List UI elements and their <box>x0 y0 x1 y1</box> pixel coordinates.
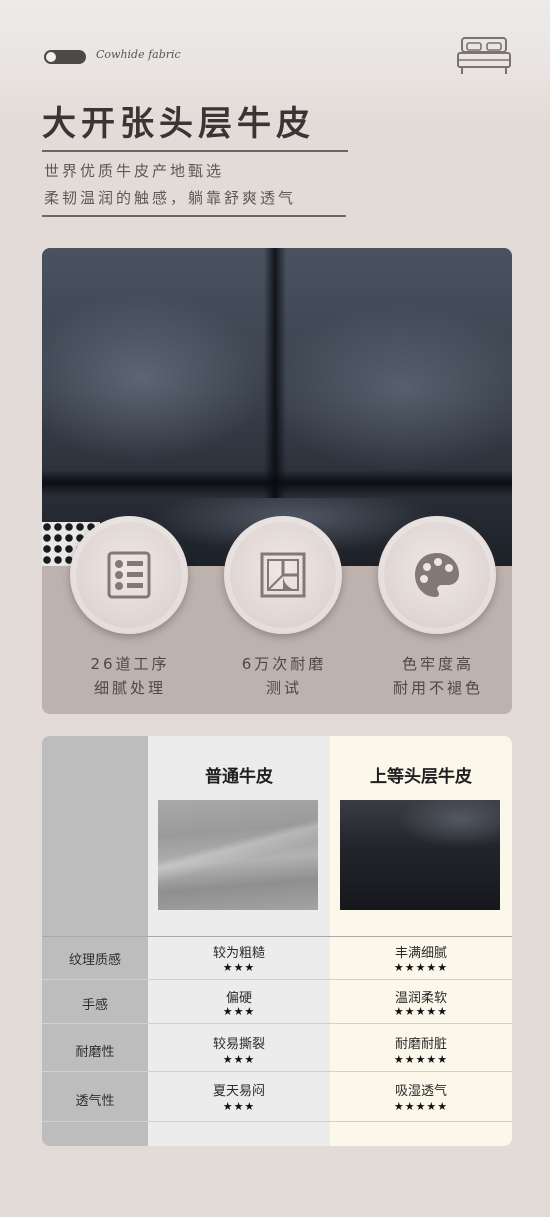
feature-text-wear: 6万次耐磨 测试 <box>214 652 354 700</box>
leather-seam-horizontal <box>42 470 512 496</box>
premium-leather-heading: 上等头层牛皮 <box>370 767 472 787</box>
normal-breathability-stars: ★★★ <box>222 1100 256 1113</box>
label-column <box>42 736 148 1146</box>
comparison-table: 普通牛皮 上等头层牛皮 纹理质感 较为粗糙 ★★★ 丰满细腻 ★★★★★ 手感 … <box>42 736 512 1146</box>
title-divider <box>42 150 348 152</box>
normal-feel-stars: ★★★ <box>222 1005 256 1018</box>
premium-feel-stars: ★★★★★ <box>393 1005 449 1018</box>
normal-leather-heading: 普通牛皮 <box>205 767 273 787</box>
feature-process-line-1: 26道工序 <box>90 655 170 673</box>
premium-breathability-text: 吸湿透气 <box>394 1084 447 1099</box>
square-pattern-icon <box>260 552 306 598</box>
normal-wear-stars: ★★★ <box>222 1053 256 1066</box>
feature-badge-wear <box>224 516 342 634</box>
description-line-1: 世界优质牛皮产地甄选 <box>44 162 225 180</box>
premium-texture-stars: ★★★★★ <box>393 961 449 974</box>
bed-icon <box>457 37 511 74</box>
toggle-switch[interactable] <box>44 50 86 64</box>
feature-badge-color <box>378 516 496 634</box>
row-label-feel: 手感 <box>81 998 108 1013</box>
description-divider <box>42 215 346 217</box>
row-label-wear: 耐磨性 <box>75 1045 115 1060</box>
normal-texture-text: 较为粗糙 <box>212 946 265 961</box>
premium-wear-text: 耐磨耐脏 <box>394 1037 447 1052</box>
row-divider <box>42 979 512 980</box>
row-divider <box>42 1023 512 1024</box>
leather-seam-vertical <box>264 248 286 498</box>
normal-texture-stars: ★★★ <box>222 961 256 974</box>
feature-wear-line-2: 测试 <box>265 679 302 697</box>
page-title: 大开张头层牛皮 <box>42 104 315 144</box>
feature-text-process: 26道工序 细腻处理 <box>60 652 200 700</box>
process-layers-icon <box>107 551 151 599</box>
normal-wear-text: 较易撕裂 <box>212 1037 265 1052</box>
premium-wear-stars: ★★★★★ <box>393 1053 449 1066</box>
row-label-texture: 纹理质感 <box>68 953 121 968</box>
palette-icon <box>415 553 459 597</box>
row-label-breathability: 透气性 <box>75 1094 115 1109</box>
premium-leather-swatch <box>340 800 500 910</box>
normal-feel-text: 偏硬 <box>225 991 252 1006</box>
description-line-2: 柔韧温润的触感，躺靠舒爽透气 <box>44 189 297 207</box>
normal-breathability-text: 夏天易闷 <box>212 1084 265 1099</box>
row-divider <box>42 936 512 937</box>
premium-feel-text: 温润柔软 <box>394 991 447 1006</box>
feature-text-color: 色牢度高 耐用不褪色 <box>368 652 508 700</box>
feature-color-line-1: 色牢度高 <box>401 655 474 673</box>
row-divider <box>42 1071 512 1072</box>
toggle-knob <box>46 52 56 62</box>
feature-color-line-2: 耐用不褪色 <box>392 679 483 697</box>
feature-badge-process <box>70 516 188 634</box>
premium-breathability-stars: ★★★★★ <box>393 1100 449 1113</box>
feature-wear-line-1: 6万次耐磨 <box>241 655 327 673</box>
feature-process-line-2: 细腻处理 <box>93 679 166 697</box>
row-divider <box>42 1121 512 1122</box>
brand-text: Cowhide fabric <box>96 48 181 61</box>
normal-leather-swatch <box>158 800 318 910</box>
leather-feature-card: 26道工序 细腻处理 6万次耐磨 测试 色牢度高 耐用不褪色 <box>42 248 512 714</box>
premium-texture-text: 丰满细腻 <box>394 946 447 961</box>
